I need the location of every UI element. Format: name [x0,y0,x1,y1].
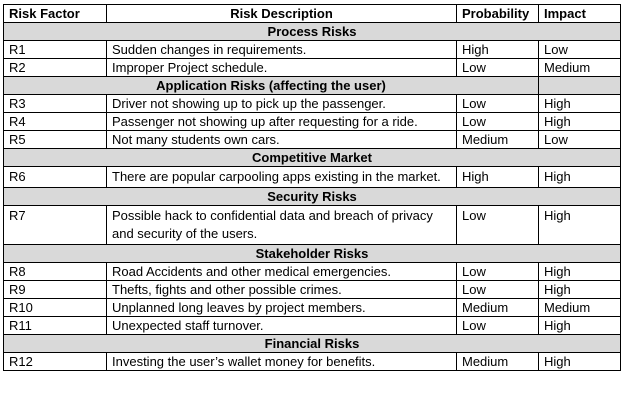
risk-factor-cell: R1 [3,40,107,59]
section-header: Application Risks (affecting the user) [3,76,621,95]
table-row: R3 Driver not showing up to pick up the … [3,94,621,113]
impact-cell: Low [538,40,621,59]
impact-cell: Medium [538,298,621,317]
probability-cell: Low [456,316,539,335]
risk-description-cell: Improper Project schedule. [106,58,457,77]
table-row: R5 Not many students own cars. Medium Lo… [3,130,621,149]
impact-cell: Low [538,130,621,149]
table-row: R11 Unexpected staff turnover. Low High [3,316,621,335]
impact-cell: Medium [538,58,621,77]
risk-factor-cell: R9 [3,280,107,299]
impact-cell: High [538,352,621,371]
probability-cell: Medium [456,352,539,371]
section-empty-cell [538,76,621,95]
section-header: Security Risks [3,187,621,206]
risk-table: Risk Factor Risk Description Probability… [3,4,621,371]
probability-cell: Medium [456,298,539,317]
header-impact: Impact [538,4,621,23]
table-row: R12 Investing the user’s wallet money fo… [3,352,621,371]
risk-description-cell: There are popular carpooling apps existi… [106,166,457,188]
impact-cell: High [538,94,621,113]
impact-cell: High [538,262,621,281]
section-title: Application Risks (affecting the user) [3,76,539,95]
document: Risk Factor Risk Description Probability… [0,0,622,371]
probability-cell: Low [456,280,539,299]
probability-cell: High [456,166,539,188]
table-row: R2 Improper Project schedule. Low Medium [3,58,621,77]
impact-cell: High [538,112,621,131]
risk-description-cell: Not many students own cars. [106,130,457,149]
risk-description-cell: Road Accidents and other medical emergen… [106,262,457,281]
section-title: Process Risks [3,22,621,41]
section-header: Process Risks [3,22,621,41]
risk-description-cell: Passenger not showing up after requestin… [106,112,457,131]
section-title: Security Risks [3,187,621,206]
risk-description-cell: Unplanned long leaves by project members… [106,298,457,317]
impact-cell: High [538,316,621,335]
table-row: R9 Thefts, fights and other possible cri… [3,280,621,299]
probability-cell: Low [456,205,539,245]
table-row: R10 Unplanned long leaves by project mem… [3,298,621,317]
risk-factor-cell: R3 [3,94,107,113]
risk-description-cell: Possible hack to confidential data and b… [106,205,457,245]
probability-cell: Low [456,112,539,131]
impact-cell: High [538,280,621,299]
risk-description-cell: Driver not showing up to pick up the pas… [106,94,457,113]
impact-cell: High [538,166,621,188]
header-risk-factor: Risk Factor [3,4,107,23]
table-row: R8 Road Accidents and other medical emer… [3,262,621,281]
probability-cell: Medium [456,130,539,149]
risk-factor-cell: R12 [3,352,107,371]
risk-factor-cell: R4 [3,112,107,131]
section-header: Financial Risks [3,334,621,353]
probability-cell: Low [456,94,539,113]
table-row: R4 Passenger not showing up after reques… [3,112,621,131]
header-probability: Probability [456,4,539,23]
probability-cell: High [456,40,539,59]
table-row: R1 Sudden changes in requirements. High … [3,40,621,59]
section-title: Financial Risks [3,334,621,353]
section-title: Competitive Market [3,148,621,167]
risk-factor-cell: R8 [3,262,107,281]
risk-description-cell: Investing the user’s wallet money for be… [106,352,457,371]
header-row: Risk Factor Risk Description Probability… [3,4,621,23]
section-header: Stakeholder Risks [3,244,621,263]
risk-description-cell: Thefts, fights and other possible crimes… [106,280,457,299]
risk-factor-cell: R5 [3,130,107,149]
table-row: R7 Possible hack to confidential data an… [3,205,621,245]
risk-factor-cell: R7 [3,205,107,245]
risk-description-cell: Unexpected staff turnover. [106,316,457,335]
table-row: R6 There are popular carpooling apps exi… [3,166,621,188]
impact-cell: High [538,205,621,245]
risk-factor-cell: R11 [3,316,107,335]
risk-description-cell: Sudden changes in requirements. [106,40,457,59]
section-header: Competitive Market [3,148,621,167]
section-title: Stakeholder Risks [3,244,621,263]
risk-factor-cell: R10 [3,298,107,317]
header-risk-description: Risk Description [106,4,457,23]
risk-factor-cell: R6 [3,166,107,188]
risk-factor-cell: R2 [3,58,107,77]
probability-cell: Low [456,58,539,77]
probability-cell: Low [456,262,539,281]
